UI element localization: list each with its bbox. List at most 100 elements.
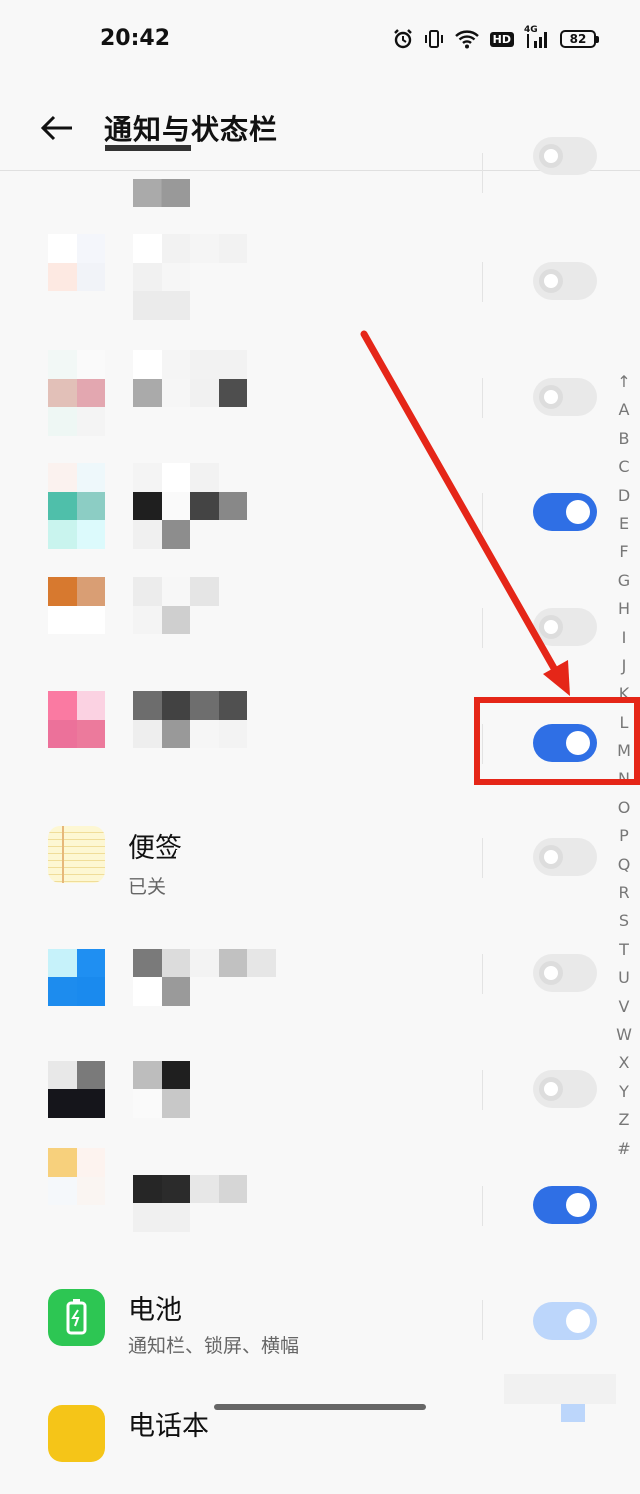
toggle-knob xyxy=(566,1309,590,1333)
alphabet-index-letter[interactable]: X xyxy=(612,1049,636,1077)
toggle-knob xyxy=(539,385,563,409)
app-subtitle: 通知栏、锁屏、横幅 xyxy=(128,1335,300,1357)
alphabet-index-letter[interactable]: E xyxy=(612,510,636,538)
list-item[interactable] xyxy=(0,340,640,454)
annotation-highlight-box xyxy=(474,697,640,785)
app-icon-blurred xyxy=(48,577,105,663)
alphabet-index-letter[interactable]: Z xyxy=(612,1106,636,1134)
row-divider xyxy=(482,608,483,648)
name-mosaic xyxy=(176,850,190,892)
alphabet-index-letter[interactable]: A xyxy=(612,396,636,424)
alphabet-index-letter[interactable]: T xyxy=(612,936,636,964)
alphabet-index-letter[interactable]: # xyxy=(612,1135,636,1163)
app-name-blurred xyxy=(133,577,276,663)
list-item[interactable]: 便签 已关 xyxy=(0,800,640,914)
toggle-knob xyxy=(539,1077,563,1101)
list-item[interactable] xyxy=(0,1032,640,1146)
alphabet-index-letter[interactable]: V xyxy=(612,993,636,1021)
toggle-knob xyxy=(566,1193,590,1217)
alarm-icon xyxy=(392,28,414,50)
app-name-blurred xyxy=(133,920,276,1006)
toggle-knob xyxy=(539,269,563,293)
app-icon-blurred xyxy=(48,691,105,777)
list-item[interactable] xyxy=(0,224,640,338)
notification-toggle[interactable] xyxy=(533,137,597,175)
notification-toggle[interactable] xyxy=(533,954,597,992)
app-name-blurred xyxy=(105,145,191,151)
alphabet-index-letter[interactable]: Q xyxy=(612,851,636,879)
home-indicator[interactable] xyxy=(214,1404,426,1410)
wifi-icon xyxy=(454,29,480,49)
alphabet-index-letter[interactable]: Y xyxy=(612,1078,636,1106)
list-item[interactable] xyxy=(0,1148,640,1262)
app-icon-blurred xyxy=(48,463,105,549)
alphabet-index-letter[interactable]: C xyxy=(612,453,636,481)
app-name: 电池 xyxy=(128,1295,182,1326)
app-name-blurred xyxy=(133,691,276,777)
alphabet-index-letter[interactable]: I xyxy=(612,624,636,652)
toggle-knob xyxy=(539,615,563,639)
alphabet-index-letter[interactable]: S xyxy=(612,907,636,935)
alphabet-index-letter[interactable]: F xyxy=(612,538,636,566)
app-name-blurred xyxy=(133,1146,276,1232)
list-item[interactable] xyxy=(0,455,640,569)
app-icon-blurred xyxy=(48,1032,105,1118)
row-divider xyxy=(482,954,483,994)
app-icon-blurred xyxy=(48,1148,105,1234)
alphabet-index-letter[interactable]: J xyxy=(612,652,636,680)
alphabet-index-letter[interactable]: H xyxy=(612,595,636,623)
row-divider xyxy=(482,1300,483,1340)
app-name-blurred xyxy=(133,463,276,549)
battery-indicator: 82 xyxy=(560,30,599,48)
app-name: 电话本 xyxy=(128,1411,209,1442)
app-name: 便签 xyxy=(128,833,182,864)
alphabet-index-letter[interactable]: ↑ xyxy=(612,368,636,396)
alphabet-index-letter[interactable]: G xyxy=(612,567,636,595)
list-item[interactable]: 电池 通知栏、锁屏、横幅 xyxy=(0,1264,640,1378)
row-divider xyxy=(482,262,483,302)
list-item[interactable] xyxy=(0,916,640,1030)
app-name-blurred xyxy=(133,1032,276,1118)
toggle-knob xyxy=(539,961,563,985)
alphabet-index-letter[interactable]: W xyxy=(612,1021,636,1049)
notification-toggle[interactable] xyxy=(533,1302,597,1340)
app-subtitle: 已关 xyxy=(128,876,167,898)
app-icon-blurred xyxy=(48,920,105,1006)
notes-app-icon xyxy=(48,826,105,883)
alphabet-index-letter[interactable]: U xyxy=(612,964,636,992)
back-button[interactable] xyxy=(38,108,78,148)
battery-icon xyxy=(66,1299,87,1335)
toggle-knob xyxy=(566,500,590,524)
blur-patch xyxy=(504,1374,616,1404)
alphabet-index-letter[interactable]: D xyxy=(612,482,636,510)
notification-toggle[interactable] xyxy=(533,378,597,416)
notification-toggle[interactable] xyxy=(533,493,597,531)
phonebook-app-icon xyxy=(48,1405,105,1462)
row-divider xyxy=(482,153,483,193)
notification-toggle[interactable] xyxy=(533,838,597,876)
app-icon-blurred xyxy=(48,234,105,320)
notification-toggle[interactable] xyxy=(533,1186,597,1224)
bottom-toggle-partial[interactable] xyxy=(561,1402,585,1422)
status-icons: HD 4G 82 xyxy=(392,25,599,50)
notification-toggle[interactable] xyxy=(533,262,597,300)
app-name-blurred xyxy=(133,234,276,320)
signal-icon: 4G xyxy=(524,25,550,50)
hd-badge: HD xyxy=(489,31,514,47)
list-item[interactable] xyxy=(0,570,640,684)
status-time: 20:42 xyxy=(100,26,171,51)
app-name-blurred xyxy=(133,350,276,436)
toggle-knob xyxy=(539,845,563,869)
list-item[interactable] xyxy=(0,137,640,215)
alphabet-index-letter[interactable]: R xyxy=(612,879,636,907)
notification-toggle[interactable] xyxy=(533,1070,597,1108)
alphabet-index-letter[interactable]: P xyxy=(612,822,636,850)
page-title: 通知与状态栏 xyxy=(104,113,279,146)
network-type: 4G xyxy=(524,25,538,35)
alphabet-index-letter[interactable]: O xyxy=(612,794,636,822)
notification-toggle[interactable] xyxy=(533,608,597,646)
row-divider xyxy=(482,838,483,878)
alphabet-index-letter[interactable]: B xyxy=(612,425,636,453)
row-divider xyxy=(482,378,483,418)
battery-app-icon xyxy=(48,1289,105,1346)
